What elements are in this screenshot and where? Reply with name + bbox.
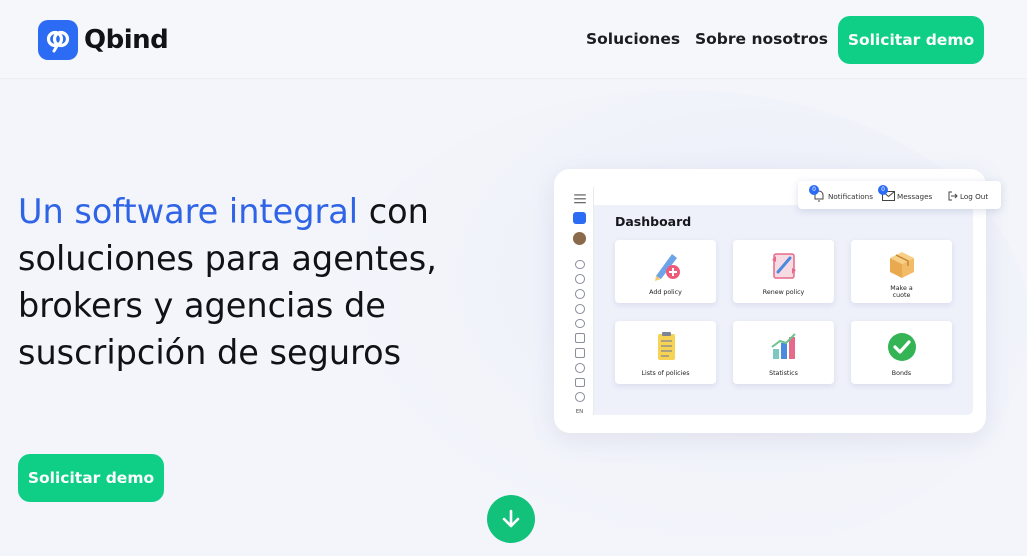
hero-heading-part-1: con <box>358 192 429 231</box>
brand-logo[interactable]: Qbind <box>38 20 169 60</box>
card-label: Make a cuote <box>890 285 913 299</box>
notifications-link[interactable]: Notifications <box>828 192 873 201</box>
hero-heading-line-3: brokers y agencias de <box>18 286 386 325</box>
add-policy-icon <box>655 254 680 281</box>
statistics-icon <box>771 333 796 359</box>
logout-icon <box>948 191 958 201</box>
notifications-count: 0 <box>809 185 819 195</box>
card-add-policy[interactable]: Add policy <box>615 240 716 303</box>
messages-link[interactable]: Messages <box>897 192 932 201</box>
support-icon <box>574 392 585 403</box>
history-icon <box>574 318 585 329</box>
nav-link-soluciones[interactable]: Soluciones <box>586 30 680 48</box>
shield-icon <box>574 303 585 314</box>
clipboard-icon <box>658 332 675 360</box>
dashboard-notification-bar: 0 Notifications 0 Messages Log Out <box>798 181 1001 209</box>
card-label: Add policy <box>649 289 682 296</box>
brand-name: Qbind <box>84 25 169 55</box>
menu-icon <box>573 194 586 204</box>
card-label: Renew policy <box>762 289 805 296</box>
card-renew-policy[interactable]: Renew policy <box>733 240 834 303</box>
card-make-cuote[interactable]: Make a cuote <box>851 240 952 303</box>
hero-demo-button[interactable]: Solicitar demo <box>18 454 164 502</box>
top-navigation: Qbind Soluciones Sobre nosotros Solicita… <box>0 0 1027 79</box>
hero-heading-accent: Un software integral <box>18 192 359 231</box>
users-icon <box>574 348 585 358</box>
dollar-icon <box>574 289 585 299</box>
nav-link-sobre-nosotros[interactable]: Sobre nosotros <box>695 30 828 48</box>
checkmark-icon <box>888 333 916 361</box>
card-label: Lists of policies <box>641 370 690 377</box>
hero-heading: Un software integral con soluciones para… <box>18 188 488 376</box>
dashboard-sidebar: EN <box>566 187 594 415</box>
language-label: EN <box>575 409 584 416</box>
card-label: Bonds <box>891 370 912 377</box>
scroll-down-button[interactable] <box>487 495 535 543</box>
card-statistics[interactable]: Statistics <box>733 321 834 384</box>
logout-link[interactable]: Log Out <box>960 192 988 201</box>
settings-icon <box>574 362 585 373</box>
building-icon <box>574 377 585 388</box>
card-label: Statistics <box>769 370 798 377</box>
header-demo-button[interactable]: Solicitar demo <box>838 16 984 64</box>
card-bonds[interactable]: Bonds <box>851 321 952 384</box>
target-icon <box>574 259 585 270</box>
arrow-down-icon <box>502 509 520 528</box>
avatar <box>573 232 586 245</box>
renew-policy-icon <box>772 253 796 279</box>
gauge-icon <box>574 274 585 285</box>
hero-heading-line-2: soluciones para agentes, <box>18 239 437 278</box>
lock-icon <box>574 333 585 344</box>
messages-count: 0 <box>878 185 888 195</box>
box-icon <box>890 252 914 278</box>
dashboard-title: Dashboard <box>615 214 692 229</box>
card-lists-of-policies[interactable]: Lists of policies <box>615 321 716 384</box>
sidebar-logo-icon <box>573 211 586 225</box>
hero-heading-line-4: suscripción de seguros <box>18 333 402 372</box>
qbind-logo-icon <box>38 20 78 60</box>
